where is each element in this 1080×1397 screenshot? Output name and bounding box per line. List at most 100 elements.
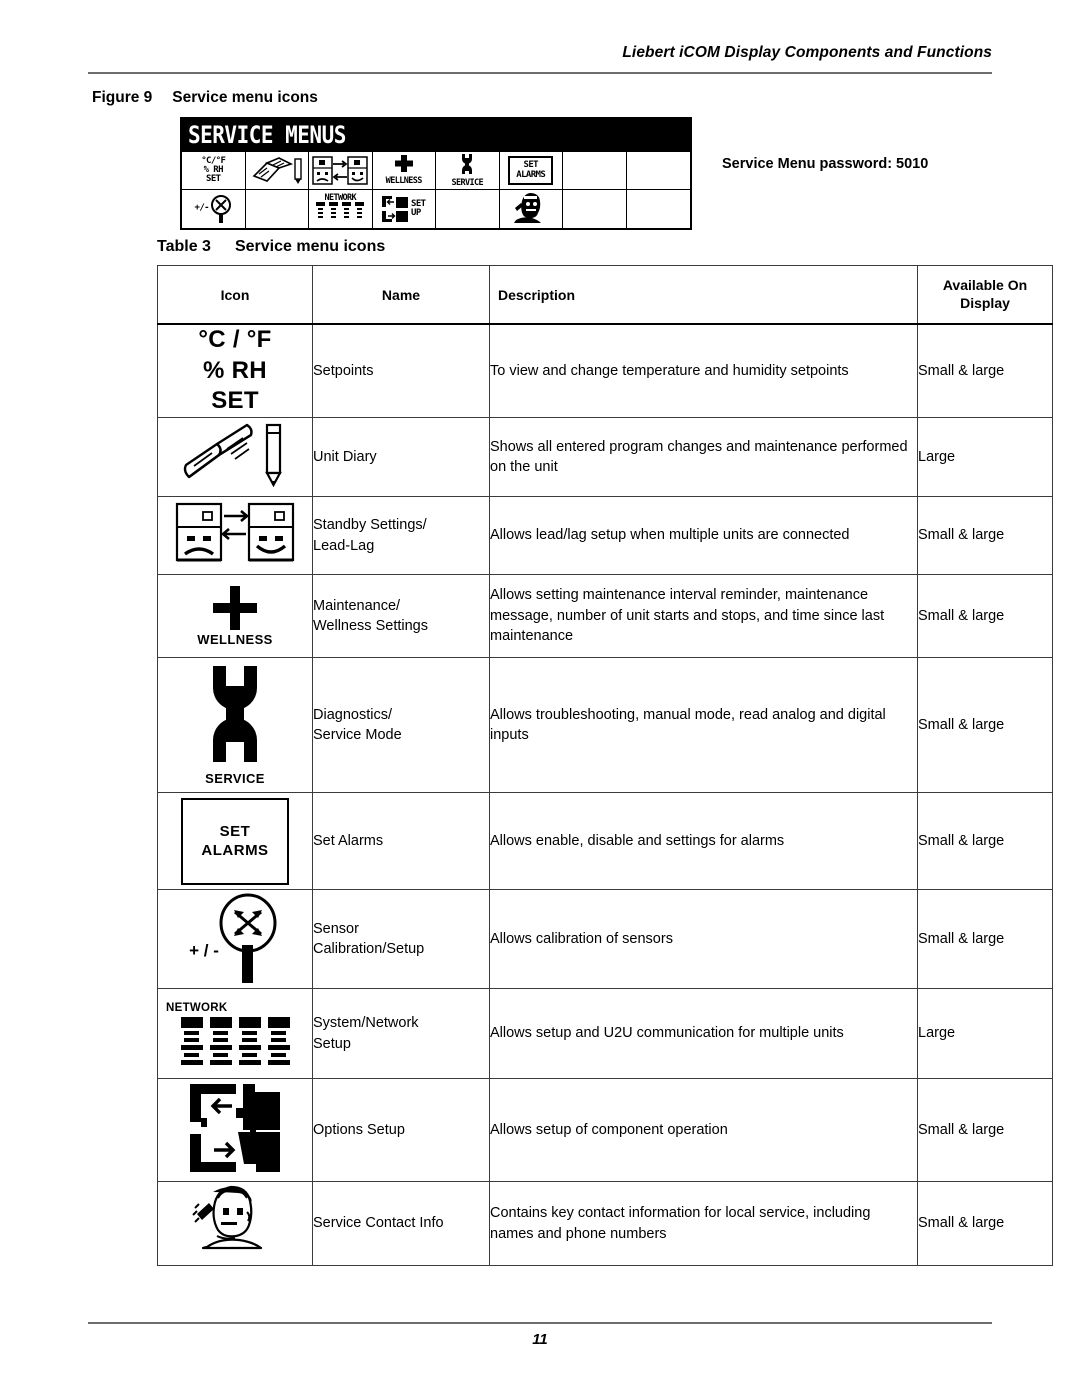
lcd-setup-text: SET UP [411, 198, 426, 218]
table-row: Standby Settings/ Lead-Lag Allows lead/l… [157, 496, 1053, 576]
service-contact-icon [513, 193, 541, 223]
lcd-cell-blank-6[interactable] [627, 190, 691, 228]
lcd-set-alarms-text: SET ALARMS [516, 160, 546, 180]
column-header-name: Name [312, 265, 490, 325]
table-header-row: Icon Name Description Available On Displ… [157, 265, 1053, 325]
row-available-setpoints: Small & large [917, 323, 1053, 419]
standby-name-line2: Lead-Lag [313, 537, 375, 554]
sensor-name-line1: Sensor [313, 920, 359, 937]
setpoints-icon: °C / °F % RH SET [198, 325, 271, 417]
row-name-service: Diagnostics/ Service Mode [312, 657, 490, 794]
lcd-icon-grid: °C/°F% RH SET WELLNESS SERVICE SET ALARM… [182, 152, 690, 228]
wrench-icon [462, 153, 473, 174]
service-menu-icons-table: Icon Name Description Available On Displ… [157, 265, 1053, 1267]
row-name-unit-diary: Unit Diary [312, 417, 490, 498]
lcd-cell-options-setup[interactable]: SET UP [373, 190, 436, 228]
standby-leadlag-icon [175, 503, 295, 562]
lcd-cell-standby-leadlag[interactable] [309, 152, 373, 190]
available-header-line1: Available On [942, 277, 1028, 293]
row-description-set-alarms: Allows enable, disable and settings for … [489, 792, 918, 891]
network-bar-column [238, 1017, 261, 1066]
service-menu-password-note: Service Menu password: 5010 [722, 156, 929, 172]
row-icon-cell-wellness: WELLNESS [157, 574, 313, 659]
network-name-line2: Setup [313, 1035, 351, 1052]
running-header: Liebert iCOM Display Components and Func… [622, 44, 992, 61]
row-icon-cell-service: SERVICE [157, 657, 313, 794]
figure-caption: Figure 9 Service menu icons [92, 89, 318, 107]
lcd-cell-service[interactable]: SERVICE [436, 152, 500, 190]
setpoints-line-1: °C / °F [198, 326, 272, 353]
row-available-network: Large [917, 988, 1053, 1080]
row-name-setpoints: Setpoints [312, 323, 490, 419]
row-description-setpoints: To view and change temperature and humid… [489, 323, 918, 419]
table-title: Service menu icons [234, 238, 386, 255]
network-bar-column [209, 1017, 232, 1066]
lcd-cell-network[interactable]: NETWORK [309, 190, 373, 228]
network-name-line1: System/Network [313, 1015, 419, 1032]
standby-name-line1: Standby Settings/ [313, 517, 427, 534]
column-header-icon: Icon [157, 265, 313, 325]
row-available-service-contact: Small & large [917, 1181, 1053, 1267]
available-header-line2: Display [960, 294, 1010, 311]
row-description-sensor: Allows calibration of sensors [489, 889, 918, 990]
wellness-name-line1: Maintenance/ [313, 597, 401, 614]
row-description-service: Allows troubleshooting, manual mode, rea… [489, 657, 918, 794]
set-alarms-line1: SET [219, 822, 251, 840]
lcd-cell-sensor-cal[interactable]: +/- [182, 190, 246, 228]
diary-icon [183, 423, 282, 487]
table-row: SET ALARMS Set Alarms Allows enable, dis… [157, 792, 1053, 891]
lcd-cell-blank-3[interactable] [246, 190, 309, 228]
row-available-standby: Small & large [917, 496, 1053, 576]
sensor-probe-icon [210, 195, 231, 223]
column-header-available-on-display: Available On Display [917, 265, 1053, 325]
network-bar-column [267, 1017, 290, 1066]
table-row: Unit Diary Shows all entered program cha… [157, 417, 1053, 498]
wrench-icon [213, 666, 257, 763]
lcd-cell-blank-1[interactable] [563, 152, 627, 190]
lcd-cell-blank-4[interactable] [436, 190, 500, 228]
lcd-setpoints-text: °C/°F% RH SET [201, 155, 226, 185]
row-icon-cell-set-alarms: SET ALARMS [157, 792, 313, 891]
row-name-set-alarms: Set Alarms [312, 792, 490, 891]
set-alarms-icon: SET ALARMS [181, 797, 289, 885]
row-description-options: Allows setup of component operation [489, 1078, 918, 1183]
lcd-cell-service-contact[interactable] [500, 190, 563, 228]
lcd-network-label: NETWORK [324, 192, 357, 203]
row-icon-cell-setpoints: °C / °F % RH SET [157, 323, 313, 419]
lcd-cell-wellness[interactable]: WELLNESS [372, 152, 436, 190]
row-name-wellness: Maintenance/ Wellness Settings [312, 574, 490, 659]
lcd-wellness-label: WELLNESS [385, 176, 423, 187]
network-bars-icon [158, 1017, 312, 1066]
sensor-name-line2: Calibration/Setup [313, 941, 425, 958]
row-description-network: Allows setup and U2U communication for m… [489, 988, 918, 1080]
lcd-sensor-label: +/- [194, 203, 210, 214]
service-name-line2: Service Mode [313, 727, 402, 744]
lcd-cell-blank-5[interactable] [563, 190, 627, 228]
row-description-wellness: Allows setting maintenance interval remi… [489, 574, 918, 659]
wellness-name-line2: Wellness Settings [313, 618, 428, 635]
set-alarms-line2: ALARMS [201, 842, 269, 860]
diary-icon [252, 156, 302, 184]
plus-icon [213, 585, 257, 630]
row-name-standby: Standby Settings/ Lead-Lag [312, 496, 490, 576]
lcd-cell-setpoints[interactable]: °C/°F% RH SET [182, 152, 246, 190]
setpoints-line-3: SET [211, 387, 259, 415]
row-name-service-contact: Service Contact Info [312, 1181, 490, 1267]
lcd-cell-set-alarms[interactable]: SET ALARMS [499, 152, 563, 190]
lcd-set-alarms-box: SET ALARMS [508, 156, 554, 185]
row-name-sensor: Sensor Calibration/Setup [312, 889, 490, 990]
row-icon-cell-unit-diary [157, 417, 313, 498]
table-row: °C / °F % RH SET Setpoints To view and c… [157, 323, 1053, 419]
row-name-options: Options Setup [312, 1078, 490, 1183]
table-row: + / - Sensor Calibration/Setup Allows ca… [157, 889, 1053, 990]
row-available-options: Small & large [917, 1078, 1053, 1183]
lcd-cell-blank-2[interactable] [626, 152, 690, 190]
lcd-cell-unit-diary[interactable] [245, 152, 309, 190]
row-icon-cell-network: NETWORK [157, 988, 313, 1080]
table-number: Table 3 [157, 238, 211, 255]
row-available-set-alarms: Small & large [917, 792, 1053, 891]
figure-number: Figure 9 [92, 89, 153, 106]
service-icon-label: SERVICE [205, 771, 265, 787]
row-name-network: System/Network Setup [312, 988, 490, 1080]
service-contact-icon [192, 1186, 263, 1250]
